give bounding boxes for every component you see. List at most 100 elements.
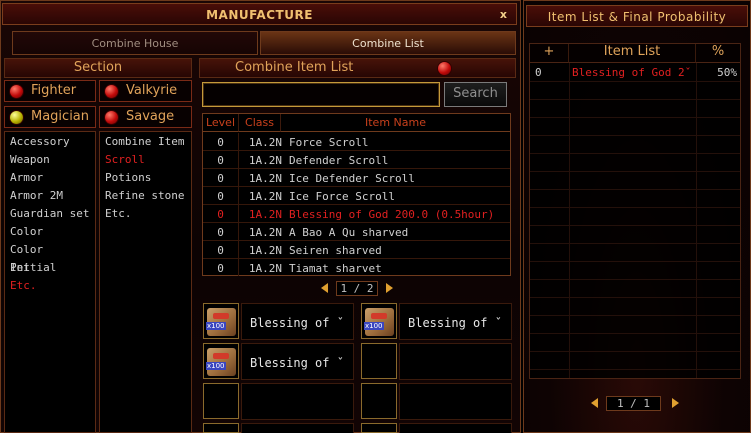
row-class: 1A.2N	[248, 136, 282, 149]
prob-prev-page-arrow-icon[interactable]	[591, 398, 598, 408]
yellow-gem-icon	[10, 111, 23, 124]
tab-combine-house[interactable]: Combine House	[12, 31, 258, 55]
class-button-valkyrie[interactable]: Valkyrie	[99, 80, 192, 102]
manufacture-title-bar[interactable]: MANUFACTURE x	[2, 3, 517, 25]
row-level: 0	[203, 133, 239, 150]
material-slot[interactable]: x100	[203, 343, 239, 379]
class-button-fighter[interactable]: Fighter	[4, 80, 96, 102]
search-input[interactable]	[202, 82, 440, 107]
category-list: Accessory Weapon Armor Armor 2M Guardian…	[4, 131, 96, 433]
search-button[interactable]: Search	[444, 82, 507, 107]
close-button[interactable]: x	[500, 8, 507, 21]
probability-row-empty	[530, 208, 740, 226]
table-row[interactable]: 0 1A.2N Ice Defender Scroll	[203, 169, 510, 187]
class-button-magician[interactable]: Magician	[4, 106, 96, 128]
table-row[interactable]: 0 1A.2N Seiren sharved	[203, 241, 510, 259]
row-item-name: Ice Defender Scroll	[289, 172, 415, 185]
material-slot-empty[interactable]	[361, 343, 397, 379]
probability-row-empty	[530, 280, 740, 298]
table-row[interactable]: 0 1A.2N Force Scroll	[203, 133, 510, 151]
row-class: 1A.2N	[248, 226, 282, 239]
table-row[interactable]: 0 1A.2N Defender Scroll	[203, 151, 510, 169]
row-level: 0	[203, 205, 239, 222]
red-gem-icon	[105, 111, 118, 124]
probability-row-empty	[530, 118, 740, 136]
probability-row-empty	[530, 316, 740, 334]
col-header-plus: +	[530, 44, 569, 63]
prev-page-arrow-icon[interactable]	[321, 283, 328, 293]
row-class: 1A.2N	[248, 208, 282, 221]
row-class: 1A.2N	[248, 190, 282, 203]
category-item-color[interactable]: Color	[5, 223, 95, 241]
probability-row-empty	[530, 136, 740, 154]
category-item-armor[interactable]: Armor	[5, 169, 95, 187]
next-page-arrow-icon[interactable]	[386, 283, 393, 293]
table-row[interactable]: 0 1A.2N Tiamat sharvet	[203, 259, 510, 277]
class-label: Fighter	[31, 83, 77, 98]
probability-row-empty	[530, 190, 740, 208]
material-slot[interactable]: x100	[203, 303, 239, 339]
row-item-name: Seiren sharved	[289, 244, 382, 257]
material-name-empty	[399, 343, 512, 380]
row-item-name: Defender Scroll	[289, 154, 389, 167]
row-level: 0	[203, 169, 239, 186]
subcategory-item-combine-item[interactable]: Combine Item	[100, 133, 191, 151]
probability-row-empty	[530, 154, 740, 172]
probability-row[interactable]: 0 Blessing of God 2ˇ 50%	[530, 64, 740, 82]
material-slot-empty[interactable]	[203, 423, 239, 433]
material-name: Blessing of ˇ	[241, 303, 354, 340]
probability-row-empty	[530, 82, 740, 100]
subcategory-item-scroll[interactable]: Scroll	[100, 151, 191, 169]
category-item-accessory[interactable]: Accessory	[5, 133, 95, 151]
col-header-level: Level	[203, 114, 239, 132]
prob-page-indicator: 1 / 1	[606, 396, 661, 411]
material-name-empty	[241, 423, 354, 433]
row-plus: 0	[535, 66, 542, 79]
col-header-item-name: Item Name	[281, 114, 510, 132]
subcategory-item-refine-stone[interactable]: Refine stone	[100, 187, 191, 205]
table-row-selected[interactable]: 0 1A.2N Blessing of God 200.0 (0.5hour)	[203, 205, 510, 223]
category-item-etc[interactable]: Etc.	[5, 277, 95, 295]
category-item-color-initial[interactable]: Color Initial	[5, 241, 95, 274]
probability-row-empty	[530, 226, 740, 244]
category-item-guardian-set[interactable]: Guardian set	[5, 205, 95, 223]
probability-row-empty	[530, 298, 740, 316]
row-level: 0	[203, 259, 239, 276]
material-slot-empty[interactable]	[361, 423, 397, 433]
row-level: 0	[203, 223, 239, 240]
section-header: Section	[4, 58, 192, 78]
tab-combine-list[interactable]: Combine List	[260, 31, 516, 55]
col-header-percent: %	[696, 44, 740, 63]
material-name-empty	[399, 383, 512, 420]
table-row[interactable]: 0 1A.2N Ice Force Scroll	[203, 187, 510, 205]
combine-list-title: Combine Item List	[235, 60, 354, 75]
subcategory-item-potions[interactable]: Potions	[100, 169, 191, 187]
material-name: Blessing of ˇ	[241, 343, 354, 380]
category-item-weapon[interactable]: Weapon	[5, 151, 95, 169]
row-item: Blessing of God 2ˇ	[572, 66, 692, 79]
row-item-name: A Bao A Qu sharved	[289, 226, 409, 239]
red-gem-icon	[105, 85, 118, 98]
table-row[interactable]: 0 1A.2N A Bao A Qu sharved	[203, 223, 510, 241]
manufacture-title: MANUFACTURE	[206, 8, 313, 22]
refresh-gem-icon[interactable]	[438, 62, 451, 75]
probability-row-empty	[530, 244, 740, 262]
material-qty: x100	[206, 322, 226, 330]
final-probability-title-bar[interactable]: Item List & Final Probability	[526, 5, 748, 27]
class-button-savage[interactable]: Savage	[99, 106, 192, 128]
prob-next-page-arrow-icon[interactable]	[672, 398, 679, 408]
class-label: Savage	[126, 109, 175, 124]
material-slot-empty[interactable]	[361, 383, 397, 419]
row-percent: 50%	[717, 66, 737, 79]
col-header-class: Class	[239, 114, 281, 132]
row-class: 1A.2N	[248, 244, 282, 257]
material-slot-empty[interactable]	[203, 383, 239, 419]
col-header-item-list: Item List	[569, 44, 696, 63]
row-item-name: Force Scroll	[289, 136, 369, 149]
class-label: Valkyrie	[126, 83, 178, 98]
combine-item-table: Level Class Item Name 0 1A.2N Force Scro…	[202, 113, 511, 276]
subcategory-item-etc[interactable]: Etc.	[100, 205, 191, 223]
category-item-armor-2m[interactable]: Armor 2M	[5, 187, 95, 205]
row-level: 0	[203, 151, 239, 168]
material-slot[interactable]: x100	[361, 303, 397, 339]
